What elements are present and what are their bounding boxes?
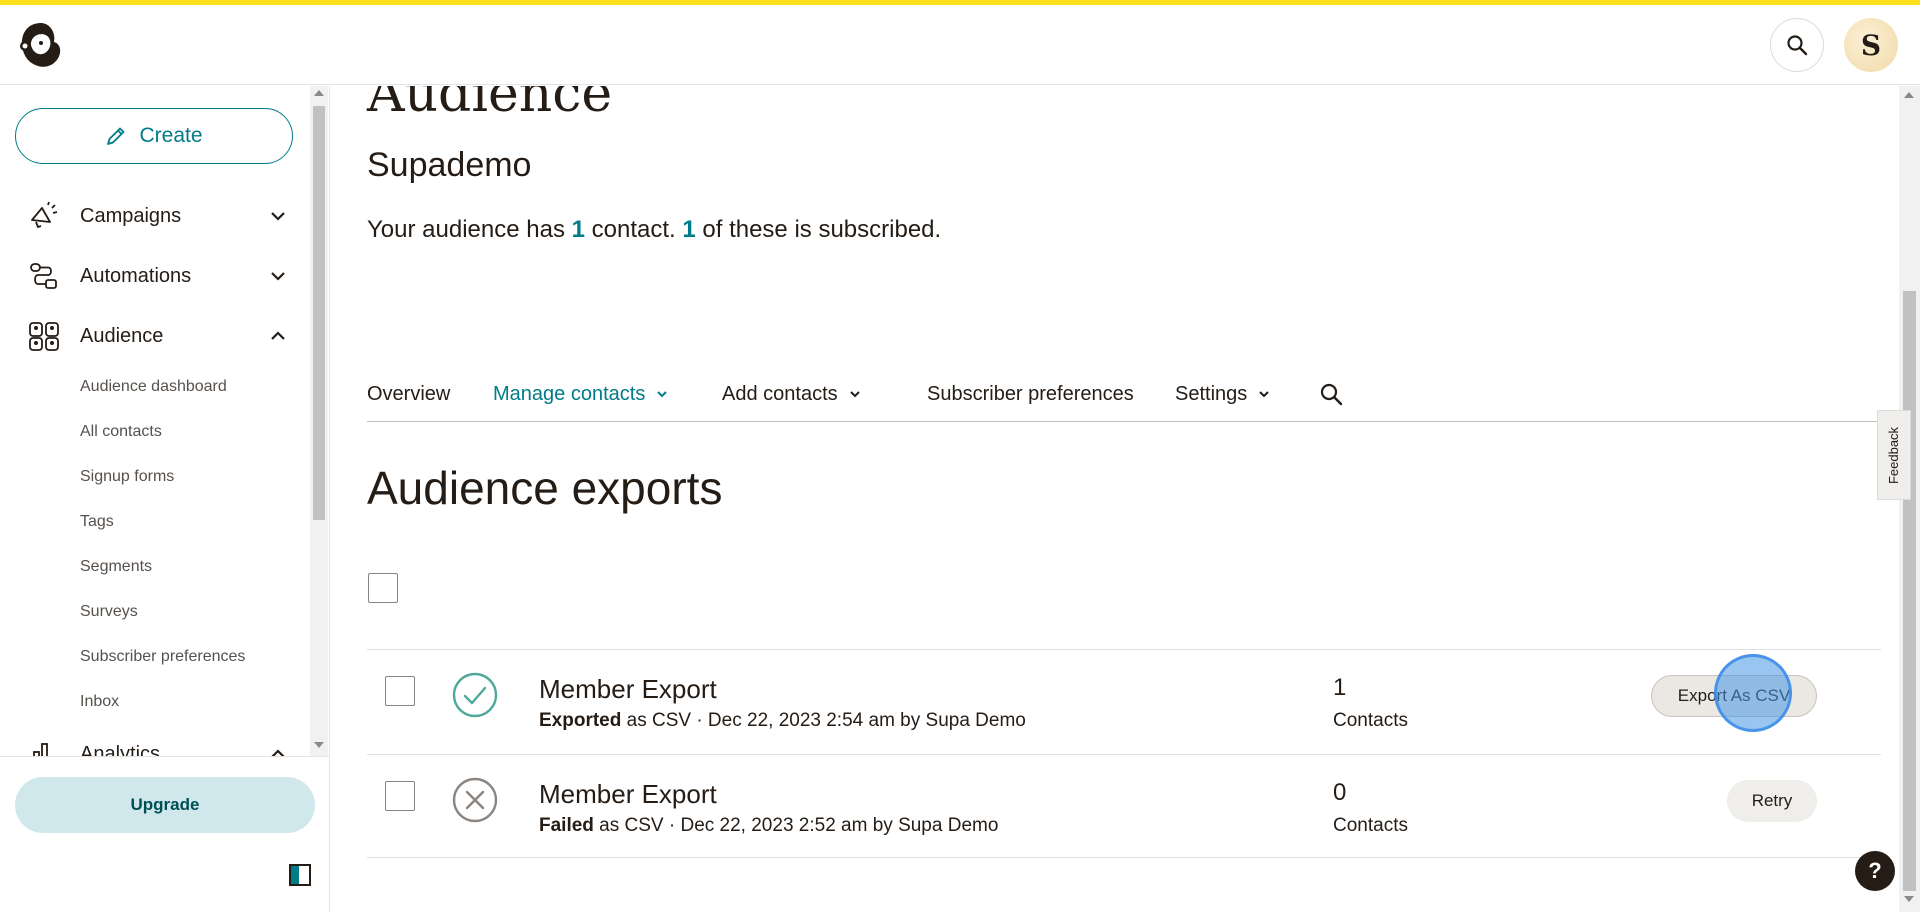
user-avatar[interactable]: S [1844,18,1898,72]
create-label: Create [139,124,203,147]
export-status: Exported [539,710,622,731]
scroll-up-arrow-icon[interactable] [1904,92,1914,98]
scroll-up-arrow-icon[interactable] [314,90,324,96]
export-count: 1 [1333,674,1347,701]
sidebar-subitem-segments[interactable]: Segments [80,555,152,579]
sidebar-subitem-tags[interactable]: Tags [80,510,114,534]
sidebar-item-analytics[interactable]: Analytics [0,726,300,756]
flow-icon [30,263,57,289]
chevron-down-icon [271,212,285,221]
export-row: Member Export Failed as CSV · Dec 22, 20… [367,754,1881,858]
export-details: as CSV · Dec 22, 2023 2:54 am by Supa De… [621,710,1026,731]
export-meta: Exported as CSV · Dec 22, 2023 2:54 am b… [539,710,1026,732]
sidebar-item-label: Campaigns [80,204,182,227]
sidebar-nav: Create Campaigns Automations Audience Au… [0,86,310,756]
feedback-tab[interactable]: Feedback [1877,410,1911,500]
sidebar-subitem-signup-forms[interactable]: Signup forms [80,465,174,489]
tab-overview[interactable]: Overview [367,366,450,422]
header-search-button[interactable] [1770,18,1824,72]
chevron-up-icon [271,331,285,340]
export-count-label: Contacts [1333,710,1408,731]
export-name: Member Export [539,674,717,704]
mailchimp-logo-icon[interactable] [16,19,66,71]
contacts-count[interactable]: 1 [572,216,585,243]
help-button[interactable]: ? [1855,851,1895,891]
sidebar-subitem-subscriber-preferences[interactable]: Subscriber preferences [80,645,245,669]
tabs-search-button[interactable] [1319,366,1343,422]
sidebar-item-audience[interactable]: Audience [0,308,300,364]
summary-prefix: Your audience has [367,216,572,243]
export-count: 0 [1333,779,1347,806]
audience-icon [29,322,59,351]
scroll-down-arrow-icon[interactable] [1904,896,1914,902]
search-icon [1787,35,1808,56]
search-icon [1320,383,1343,406]
tab-label: Overview [367,382,451,405]
exports-title: Audience exports [367,462,723,514]
export-name: Member Export [539,779,717,809]
failed-x-icon [452,777,498,823]
sidebar-subitem-all-contacts[interactable]: All contacts [80,420,162,444]
bar-chart-icon [33,743,48,756]
sidebar-subitem-inbox[interactable]: Inbox [80,690,119,714]
tab-label: Add contacts [722,382,838,405]
collapse-sidebar-icon[interactable] [289,864,311,886]
app-header: S [0,5,1920,85]
sidebar-item-automations[interactable]: Automations [0,248,300,304]
retry-button[interactable]: Retry [1727,780,1817,822]
tab-label: Subscriber preferences [927,382,1134,405]
summary-suffix: of these is subscribed. [695,216,942,243]
sidebar: Create Campaigns Automations Audience Au… [0,86,330,912]
sidebar-footer: Upgrade [0,756,329,912]
create-button[interactable]: Create [15,108,293,164]
chevron-down-icon [271,272,285,281]
export-details: as CSV · Dec 22, 2023 2:52 am by Supa De… [593,815,999,836]
feedback-label: Feedback [1886,426,1902,484]
sidebar-subitem-audience-dashboard[interactable]: Audience dashboard [80,375,227,399]
sidebar-item-label: Analytics [80,742,161,757]
chevron-down-icon [1259,391,1269,398]
export-count-label: Contacts [1333,815,1408,836]
select-all-checkbox[interactable] [368,573,398,603]
pencil-icon [107,127,125,145]
main-scrollbar-thumb[interactable] [1903,291,1916,891]
sidebar-scrollbar[interactable] [310,86,328,756]
sidebar-subitem-surveys[interactable]: Surveys [80,600,138,624]
tab-subscriber-preferences[interactable]: Subscriber preferences [927,366,1134,422]
subscribed-count[interactable]: 1 [682,216,695,243]
audience-name: Supademo [367,146,532,184]
chevron-up-icon [271,749,285,756]
megaphone-icon [31,201,58,229]
tab-label: Manage contacts [493,382,646,405]
sidebar-item-label: Audience [80,324,164,347]
row-checkbox[interactable] [385,781,415,811]
upgrade-button[interactable]: Upgrade [15,777,315,833]
tab-settings[interactable]: Settings [1175,366,1271,422]
success-check-icon [452,672,498,718]
main-content: Audience Supademo Your audience has 1 co… [331,86,1899,912]
tab-manage-contacts[interactable]: Manage contacts [493,366,669,422]
audience-summary: Your audience has 1 contact. 1 of these … [367,216,941,244]
export-row: Member Export Exported as CSV · Dec 22, … [367,649,1881,753]
export-as-csv-button[interactable]: Export As CSV [1651,675,1817,717]
page-title: Audience [367,86,613,124]
row-checkbox[interactable] [385,676,415,706]
chevron-down-icon [657,391,668,398]
summary-middle: contact. [584,216,683,243]
audience-tabs: Overview Manage contacts Add contacts Su… [367,366,1881,422]
tab-label: Settings [1175,382,1248,405]
scroll-down-arrow-icon[interactable] [314,742,324,748]
sidebar-item-campaigns[interactable]: Campaigns [0,188,300,244]
sidebar-item-label: Automations [80,264,192,287]
chevron-down-icon [849,391,860,398]
export-status: Failed [539,815,594,836]
sidebar-scrollbar-thumb[interactable] [313,106,325,520]
tab-add-contacts[interactable]: Add contacts [722,366,862,422]
export-meta: Failed as CSV · Dec 22, 2023 2:52 am by … [539,815,998,837]
